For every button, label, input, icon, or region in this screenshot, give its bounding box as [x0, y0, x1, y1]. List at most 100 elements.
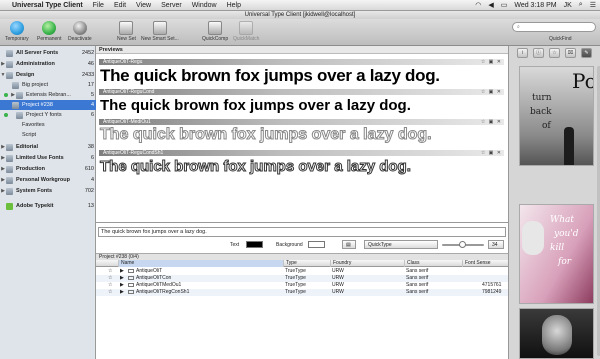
- menu-edit[interactable]: Edit: [114, 2, 126, 9]
- notification-center-icon[interactable]: ☰: [590, 1, 596, 9]
- menu-file[interactable]: File: [93, 2, 104, 9]
- deactivate-button[interactable]: Deactivate: [68, 21, 92, 42]
- sidebar-item-personal-workgroup[interactable]: ▶ Personal Workgroup 4: [0, 175, 96, 185]
- typekit-icon: [6, 202, 13, 210]
- new-set-label: New Set: [117, 36, 136, 42]
- preview-font-name-bar[interactable]: AntiqueOliT-ReguCondSh1 ☆ ▣ ✕: [99, 150, 504, 156]
- table-row[interactable]: ☆ ▶ AntiqueOliTCon TrueType URW Sans ser…: [96, 275, 508, 282]
- disclosure-right-icon[interactable]: ▶: [120, 275, 124, 282]
- volume-icon[interactable]: ◀: [488, 1, 493, 9]
- sidebar-item-editorial[interactable]: ▶ Editorial 38: [0, 142, 96, 152]
- tab-quickcomp[interactable]: ✎: [581, 48, 592, 58]
- cover-line: for: [558, 257, 572, 267]
- sidebar-item-system-fonts[interactable]: ▶ System Fonts 702: [0, 186, 96, 196]
- table-row[interactable]: ☆ ▶ AntiqueOliT TrueType URW Sans serif: [96, 268, 508, 275]
- column-header-label: Foundry: [333, 260, 352, 266]
- favorite-star-icon[interactable]: ☆: [108, 282, 112, 289]
- temporary-button[interactable]: Temporary: [5, 21, 29, 42]
- favorite-star-icon[interactable]: ☆: [108, 289, 112, 296]
- cover-line: you'd: [554, 229, 579, 239]
- preview-font-name: AntiqueOliT-ReguCond: [103, 89, 155, 95]
- sidebar-item-project-238[interactable]: Project #238 4: [0, 100, 96, 110]
- sidebar-item-project-y-fonts[interactable]: Project Y fonts 6: [0, 110, 96, 120]
- sidebar-item-administration[interactable]: ▶ Administration 46: [0, 59, 96, 69]
- sidebar-item-label: Big project: [22, 82, 48, 88]
- preview-actions-icon[interactable]: ☆ ▣ ✕: [481, 119, 502, 125]
- preview-actions-icon[interactable]: ☆ ▣ ✕: [481, 89, 502, 95]
- sidebar-item-label: Administration: [16, 61, 55, 67]
- column-header-name[interactable]: Name: [118, 260, 283, 267]
- background-color-swatch[interactable]: [308, 241, 325, 248]
- sidebar-item-extensis-rebrand[interactable]: ▶ Extensis Rebran... 5: [0, 90, 96, 100]
- table-row[interactable]: ☆ ▶ AntiqueOliTMedOu1 TrueType URW Sans …: [96, 282, 508, 289]
- permanent-button[interactable]: Permanent: [37, 21, 61, 42]
- tab-info[interactable]: i: [517, 48, 528, 58]
- sidebar-item-adobe-typekit[interactable]: Adobe Typekit 13: [0, 201, 96, 211]
- quickcomp-button[interactable]: QuickComp: [202, 21, 228, 42]
- cover-title: Po: [572, 69, 593, 93]
- new-set-button[interactable]: New Set: [117, 21, 136, 42]
- size-slider[interactable]: [442, 241, 484, 248]
- system-fonts-icon: [6, 187, 13, 195]
- sidebar-item-label: Personal Workgroup: [16, 177, 70, 183]
- battery-icon[interactable]: ▭: [501, 1, 508, 9]
- disclosure-right-icon[interactable]: ▶: [120, 282, 124, 289]
- table-row[interactable]: ☆ ▶ AntiqueOliTRegConSh1 TrueType URW Sa…: [96, 289, 508, 296]
- size-slider-knob[interactable]: [458, 241, 466, 248]
- menu-view[interactable]: View: [136, 2, 151, 9]
- menu-help[interactable]: Help: [227, 2, 241, 9]
- sidebar-item-count: 13: [87, 203, 94, 209]
- menubar-clock[interactable]: Wed 3:18 PM: [514, 2, 556, 9]
- tab-details[interactable]: ⓘ: [533, 48, 544, 58]
- size-select[interactable]: 34: [488, 240, 504, 249]
- sidebar-item-script[interactable]: Script: [0, 130, 96, 140]
- preview-mode-icon[interactable]: ▤: [342, 240, 356, 249]
- preview-font-name-bar[interactable]: AntiqueOliT-MediOu1 ☆ ▣ ✕: [99, 119, 504, 125]
- font-class: Sans serif: [406, 282, 429, 288]
- sidebar-item-production[interactable]: ▶ Production 610: [0, 164, 96, 174]
- font-name: AntiqueOliTCon: [136, 275, 172, 281]
- column-header-label: Name: [121, 260, 135, 266]
- menu-server[interactable]: Server: [161, 2, 182, 9]
- cover-line: What: [550, 215, 575, 225]
- menu-bar: Universal Type Client File Edit View Ser…: [0, 0, 600, 11]
- preview-font-name-bar[interactable]: AntiqueOliT-Regu ☆ ▣ ✕: [99, 59, 504, 65]
- font-class: Sans serif: [406, 289, 429, 295]
- new-set-icon: [119, 21, 134, 35]
- set-icon: [12, 81, 19, 89]
- column-header-type[interactable]: Type: [283, 260, 330, 267]
- sidebar-item-limited-use-fonts[interactable]: ▶ Limited Use Fonts 6: [0, 153, 96, 163]
- disclosure-right-icon[interactable]: ▶: [120, 268, 124, 275]
- favorite-star-icon[interactable]: ☆: [108, 275, 112, 282]
- preview-font-name-bar[interactable]: AntiqueOliT-ReguCond ☆ ▣ ✕: [99, 89, 504, 95]
- preview-actions-icon[interactable]: ☆ ▣ ✕: [481, 150, 502, 156]
- sidebar-item-count: 2433: [82, 72, 95, 78]
- workgroup-icon: [6, 165, 13, 173]
- menubar-user[interactable]: JK: [564, 2, 572, 9]
- app-menu[interactable]: Universal Type Client: [12, 2, 83, 9]
- disclosure-right-icon[interactable]: ▶: [120, 289, 124, 296]
- tab-glyphs[interactable]: ⌧: [565, 48, 576, 58]
- sidebar-item-big-project[interactable]: Big project 17: [0, 80, 96, 90]
- splitter[interactable]: [96, 222, 508, 223]
- preview-actions-icon[interactable]: ☆ ▣ ✕: [481, 59, 502, 65]
- wifi-icon[interactable]: ◠: [475, 1, 481, 9]
- preview-mode-select[interactable]: QuickType: [364, 240, 438, 249]
- quickcomp-label: QuickComp: [202, 36, 229, 42]
- font-name: AntiqueOliT: [136, 268, 163, 274]
- sidebar-item-all-server-fonts[interactable]: All Server Fonts 2452: [0, 48, 96, 58]
- column-header-font-sense[interactable]: Font Sense: [462, 260, 508, 267]
- tab-favorites[interactable]: ☆: [549, 48, 560, 58]
- sample-text-input[interactable]: The quick brown fox jumps over a lazy do…: [98, 227, 506, 237]
- quickfind-input[interactable]: ⌕: [512, 22, 596, 32]
- favorite-star-icon[interactable]: ☆: [108, 268, 112, 275]
- sidebar-item-design[interactable]: ▼ Design 2433: [0, 70, 96, 80]
- column-header-foundry[interactable]: Foundry: [330, 260, 404, 267]
- column-header-class[interactable]: Class: [404, 260, 462, 267]
- quickmatch-button[interactable]: QuickMatch: [233, 21, 259, 42]
- new-smart-set-button[interactable]: New Smart Set...: [141, 21, 179, 42]
- sidebar-item-favorites[interactable]: Favorites: [0, 120, 96, 130]
- spotlight-icon[interactable]: ⌕: [579, 1, 583, 9]
- menu-window[interactable]: Window: [192, 2, 217, 9]
- text-color-swatch[interactable]: [246, 241, 263, 248]
